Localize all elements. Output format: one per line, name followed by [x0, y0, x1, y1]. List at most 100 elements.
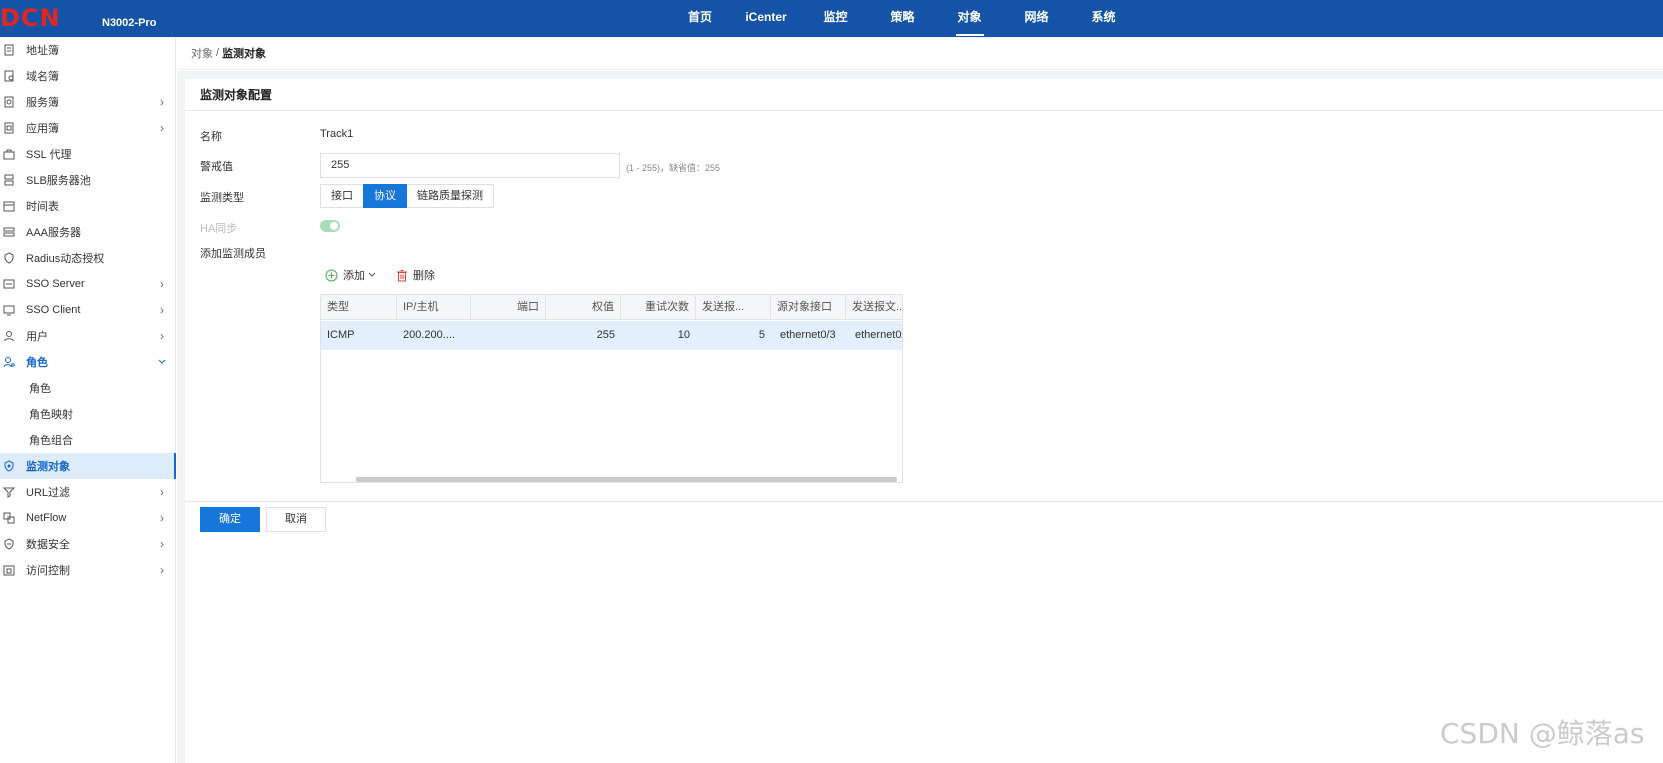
dcn-logo[interactable]: DCN: [0, 5, 61, 31]
sidebar-item-roles[interactable]: 角色: [0, 349, 176, 375]
server-icon: [2, 225, 16, 239]
content-gap: [177, 71, 1663, 79]
sidebar-item-label: 地址簿: [26, 45, 59, 57]
sidebar-item-address-book[interactable]: 地址簿: [0, 37, 176, 63]
user-icon: [2, 329, 16, 343]
sso-client-icon: [2, 303, 16, 317]
netflow-icon: [2, 511, 16, 525]
add-member-button[interactable]: 添加: [325, 267, 376, 283]
sidebar-item-aaa-server[interactable]: AAA服务器: [0, 219, 176, 245]
cancel-button[interactable]: 取消: [266, 507, 326, 532]
sidebar-item-slb-pool[interactable]: SLB服务器池: [0, 167, 176, 193]
sidebar-item-domain-book[interactable]: 域名簿: [0, 63, 176, 89]
type-option-protocol[interactable]: 协议: [363, 184, 407, 208]
breadcrumb-parent[interactable]: 对象: [191, 45, 213, 61]
watermark: CSDN @鲸落as: [1440, 717, 1645, 750]
breadcrumb-current: 监测对象: [222, 48, 267, 60]
sidebar-item-sso-client[interactable]: SSO Client ›: [0, 297, 176, 323]
sidebar-item-data-security[interactable]: 数据安全 ›: [0, 531, 176, 557]
sidebar-item-ssl-proxy[interactable]: SSL 代理: [0, 141, 176, 167]
sidebar-item-users[interactable]: 用户 ›: [0, 323, 176, 349]
sidebar-item-netflow[interactable]: NetFlow ›: [0, 505, 176, 531]
monitor-type-label: 监测类型: [200, 192, 244, 204]
sidebar-item-label: NetFlow: [26, 512, 67, 524]
sidebar-subitem-role-combination[interactable]: 角色组合: [0, 427, 176, 453]
sidebar-item-label: 应用簿: [26, 123, 59, 135]
sidebar-item-label: 监测对象: [26, 461, 70, 473]
sso-server-icon: [2, 277, 16, 291]
name-label: 名称: [200, 131, 222, 143]
sidebar-item-label: 角色: [29, 383, 51, 395]
members-label: 添加监测成员: [200, 248, 266, 260]
sidebar-item-label: URL过滤: [26, 487, 71, 499]
main-nav: 首页 iCenter 监控 策略 对象 网络 系统: [670, 0, 1137, 37]
column-header-send-packet-interface[interactable]: 发送报文...: [846, 295, 902, 320]
sidebar-item-label: SSO Client: [26, 304, 81, 316]
sidebar-item-schedule[interactable]: 时间表: [0, 193, 176, 219]
cell-send-packets: 5: [758, 329, 765, 341]
sidebar-item-label: AAA服务器: [26, 227, 82, 239]
delete-member-button[interactable]: 删除: [395, 267, 435, 283]
sidebar-item-label: SSL 代理: [26, 149, 72, 161]
sidebar-item-label: 角色: [26, 357, 48, 369]
sidebar-subitem-role[interactable]: 角色: [0, 375, 176, 401]
nav-item-policy[interactable]: 策略: [869, 0, 936, 37]
chevron-right-icon: ›: [160, 303, 164, 317]
sidebar-item-url-filter[interactable]: URL过滤 ›: [0, 479, 176, 505]
members-table: 类型 IP/主机 端口 权值 重试次数 发送报... 源对象接口 发送报文...…: [320, 294, 903, 483]
ha-sync-toggle[interactable]: [320, 220, 340, 232]
device-model: N3002-Pro: [102, 17, 157, 29]
threshold-input[interactable]: 255: [320, 153, 620, 178]
delete-label: 删除: [413, 270, 435, 282]
sidebar-item-app-book[interactable]: 应用簿 ›: [0, 115, 176, 141]
nav-item-system[interactable]: 系统: [1070, 0, 1137, 37]
sidebar-item-label: 域名簿: [26, 71, 59, 83]
chevron-right-icon: ›: [160, 277, 164, 291]
chevron-right-icon: ›: [160, 95, 164, 109]
footer-divider: [185, 501, 1663, 502]
nav-item-home[interactable]: 首页: [670, 0, 730, 37]
cell-retry-count: 10: [677, 329, 690, 341]
column-header-send-packets[interactable]: 发送报...: [696, 295, 771, 320]
sidebar-item-monitor-object[interactable]: 监测对象: [0, 453, 176, 479]
column-header-retry-count[interactable]: 重试次数: [621, 295, 696, 320]
sidebar: 地址簿 域名簿 服务簿 › 应用簿 › SSL 代理 SLB服务器池 时间表 A…: [0, 37, 176, 763]
table-row[interactable]: ICMP 200.200.... 255 10 5 ethernet0/3 et…: [321, 321, 902, 350]
type-option-link-quality[interactable]: 链路质量探测: [406, 184, 494, 208]
content-left-gutter: [177, 71, 185, 763]
sidebar-item-access-control[interactable]: 访问控制 ›: [0, 557, 176, 583]
column-header-port[interactable]: 端口: [471, 295, 546, 320]
cell-source-interface: ethernet0/3: [780, 329, 836, 341]
cell-port: [471, 321, 546, 350]
breadcrumb-separator: /: [216, 47, 220, 59]
sidebar-item-radius-coa[interactable]: Radius动态授权: [0, 245, 176, 271]
confirm-button[interactable]: 确定: [200, 507, 260, 532]
nav-item-icenter[interactable]: iCenter: [730, 0, 802, 37]
type-option-interface[interactable]: 接口: [320, 184, 364, 208]
sidebar-item-service-book[interactable]: 服务簿 ›: [0, 89, 176, 115]
sidebar-item-sso-server[interactable]: SSO Server ›: [0, 271, 176, 297]
column-header-source-interface[interactable]: 源对象接口: [771, 295, 846, 320]
sidebar-item-label: Radius动态授权: [26, 253, 105, 265]
horizontal-scrollbar[interactable]: [356, 477, 897, 482]
column-header-type[interactable]: 类型: [321, 295, 397, 320]
column-header-ip-host[interactable]: IP/主机: [397, 295, 471, 320]
ssl-proxy-icon: [2, 147, 16, 161]
calendar-icon: [2, 199, 16, 213]
access-control-icon: [2, 563, 16, 577]
logo-text: DCN: [0, 4, 61, 32]
sidebar-item-label: SLB服务器池: [26, 175, 91, 187]
nav-item-monitor[interactable]: 监控: [802, 0, 869, 37]
nav-item-object[interactable]: 对象: [936, 0, 1003, 37]
role-icon: [2, 355, 16, 369]
cell-send-packet-interface: ethernet0/3: [855, 329, 902, 341]
column-header-weight[interactable]: 权值: [546, 295, 621, 320]
nav-item-network[interactable]: 网络: [1003, 0, 1070, 37]
threshold-label: 警戒值: [200, 161, 233, 173]
service-book-icon: [2, 95, 16, 109]
breadcrumb: 对象 / 监测对象: [177, 37, 1663, 70]
name-value: Track1: [320, 128, 354, 140]
chevron-right-icon: ›: [160, 121, 164, 135]
sidebar-item-label: 用户: [26, 331, 48, 343]
sidebar-subitem-role-mapping[interactable]: 角色映射: [0, 401, 176, 427]
